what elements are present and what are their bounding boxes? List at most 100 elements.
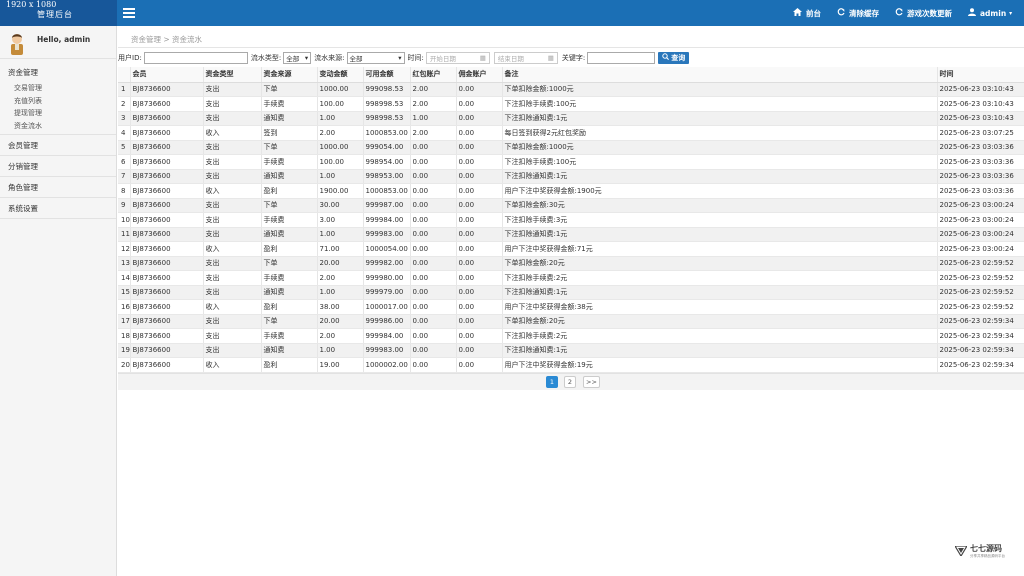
table-row[interactable]: 16 BJ8736600 收入 盈利 38.00 1000017.00 0.00 0.00 用户… (118, 299, 1024, 315)
table-cell: 手续费 (261, 328, 318, 344)
table-cell: BJ8736600 (130, 169, 204, 184)
table-cell: 2.00 (317, 328, 364, 344)
table-cell: BJ8736600 (130, 125, 204, 141)
table-row[interactable]: 18 BJ8736600 支出 手续费 2.00 999984.00 0.00 0.00 下注扣… (118, 328, 1024, 344)
table-cell: 0.00 (410, 256, 457, 271)
table-row[interactable]: 6 BJ8736600 支出 手续费 100.00 998954.00 0.00 0.00 下注… (118, 154, 1024, 170)
table-cell: 下单扣除金额:1000元 (502, 140, 938, 155)
table-cell: 0.00 (456, 241, 503, 257)
table-cell: 2025-06-23 02:59:34 (937, 343, 1024, 358)
table-cell: 0.00 (410, 154, 457, 170)
table-cell: BJ8736600 (130, 270, 204, 286)
table-cell: 盈利 (261, 299, 318, 315)
table-cell: 0.00 (456, 256, 503, 271)
user-id-input[interactable] (143, 51, 248, 64)
table-cell: 0.00 (456, 227, 503, 242)
sidebar: Hello, admin 资金管理 交易管理 充值列表 提现管理 资金流水 会员… (0, 26, 117, 576)
table-cell: BJ8736600 (130, 357, 204, 373)
sidebar-item-withdraw[interactable]: 提现管理 (0, 107, 116, 120)
table-cell: 下单扣除金额:30元 (502, 198, 938, 213)
table-cell: 盈利 (261, 357, 318, 373)
table-row[interactable]: 12 BJ8736600 收入 盈利 71.00 1000054.00 0.00 0.00 用户… (118, 241, 1024, 257)
table-cell: 3 (118, 111, 131, 126)
hamburger-icon[interactable] (123, 8, 135, 18)
sidebar-item-recharge[interactable]: 充值列表 (0, 95, 116, 108)
table-cell: 1.00 (317, 227, 364, 242)
user-icon (968, 8, 976, 18)
sidebar-group-roles[interactable]: 角色管理 (0, 177, 116, 198)
table-row[interactable]: 2 BJ8736600 支出 手续费 100.00 998998.53 2.00 0.00 下注… (118, 96, 1024, 112)
table-cell: 1000853.00 (363, 183, 411, 199)
column-header: 变动金额 (317, 67, 364, 83)
table-cell: 16 (118, 299, 131, 315)
next-page-button[interactable]: >> (583, 376, 600, 388)
column-header: 红包账户 (410, 67, 457, 83)
table-cell: 2.00 (317, 270, 364, 286)
table-cell: 17 (118, 314, 131, 329)
table-cell: 收入 (203, 357, 262, 373)
table-cell: 0.00 (456, 125, 503, 141)
table-cell: 4 (118, 125, 131, 141)
table-cell: 2025-06-23 03:03:36 (937, 140, 1024, 155)
home-link[interactable]: 前台 (793, 0, 821, 26)
table-row[interactable]: 7 BJ8736600 支出 通知费 1.00 998953.00 0.00 0.00 下注扣除… (118, 169, 1024, 184)
table-row[interactable]: 1 BJ8736600 支出 下单 1000.00 999098.53 2.00 0.00 下单… (118, 82, 1024, 97)
table-cell: 下注扣除手续费:2元 (502, 328, 938, 344)
chevron-down-icon: ▾ (304, 53, 309, 62)
table-cell: 999983.00 (363, 343, 411, 358)
table-cell: BJ8736600 (130, 183, 204, 199)
table-row[interactable]: 11 BJ8736600 支出 通知费 1.00 999983.00 0.00 0.00 下注扣… (118, 227, 1024, 242)
start-date-input[interactable]: 开始日期 ▦ (425, 51, 490, 64)
table-cell: 下单扣除金额:1000元 (502, 82, 938, 97)
sidebar-group-settings[interactable]: 系统设置 (0, 198, 116, 219)
table-row[interactable]: 8 BJ8736600 收入 盈利 1900.00 1000853.00 0.00 0.00 用… (118, 183, 1024, 199)
table-row[interactable]: 4 BJ8736600 收入 签到 2.00 1000853.00 2.00 0.00 每日签到… (118, 125, 1024, 141)
table-row[interactable]: 3 BJ8736600 支出 通知费 1.00 998998.53 1.00 0.00 下注扣除… (118, 111, 1024, 126)
top-bar: 1920 x 1080 管理后台 前台 清除缓存 游戏次数更新 admin ▾ (0, 0, 1024, 26)
table-cell: 0.00 (410, 343, 457, 358)
sidebar-group-funds[interactable]: 资金管理 (0, 64, 116, 82)
table-cell: 支出 (203, 314, 262, 329)
table-row[interactable]: 14 BJ8736600 支出 手续费 2.00 999980.00 0.00 0.00 下注扣… (118, 270, 1024, 286)
table-cell: 0.00 (456, 299, 503, 315)
brand[interactable]: 1920 x 1080 管理后台 (0, 0, 117, 26)
flow-type-select[interactable]: 全部 ▾ (283, 51, 312, 64)
column-header: 会员 (130, 67, 204, 83)
table-cell: 998998.53 (363, 96, 411, 112)
table-cell: BJ8736600 (130, 299, 204, 315)
search-button[interactable]: 查询 (658, 51, 690, 64)
column-header: 佣金账户 (456, 67, 503, 83)
table-cell: 2.00 (410, 96, 457, 112)
table-cell: 用户下注中奖获得金额:38元 (502, 299, 938, 315)
table-cell: 999982.00 (363, 256, 411, 271)
table-row[interactable]: 5 BJ8736600 支出 下单 1000.00 999054.00 0.00 0.00 下单… (118, 140, 1024, 155)
end-date-input[interactable]: 结束日期 ▦ (493, 51, 558, 64)
pagination: 1 2 >> (118, 373, 1024, 390)
table-row[interactable]: 20 BJ8736600 收入 盈利 19.00 1000002.00 0.00 0.00 用户… (118, 357, 1024, 373)
table-row[interactable]: 13 BJ8736600 支出 下单 20.00 999982.00 0.00 0.00 下单扣… (118, 256, 1024, 271)
user-menu[interactable]: admin ▾ (968, 0, 1012, 26)
sidebar-group-members[interactable]: 会员管理 (0, 135, 116, 156)
table-row[interactable]: 19 BJ8736600 支出 通知费 1.00 999983.00 0.00 0.00 下注扣… (118, 343, 1024, 358)
table-cell: 2025-06-23 02:59:34 (937, 357, 1024, 373)
table-row[interactable]: 15 BJ8736600 支出 通知费 1.00 999979.00 0.00 0.00 下注扣… (118, 285, 1024, 300)
funds-submenu: 交易管理 充值列表 提现管理 资金流水 (0, 82, 116, 135)
table-row[interactable]: 10 BJ8736600 支出 手续费 3.00 999984.00 0.00 0.00 下注扣… (118, 212, 1024, 228)
clear-cache-button[interactable]: 清除缓存 (837, 0, 879, 26)
page-button-2[interactable]: 2 (564, 376, 576, 388)
table-cell: 1000.00 (317, 140, 364, 155)
sidebar-group-distribution[interactable]: 分销管理 (0, 156, 116, 177)
table-cell: 2025-06-23 03:00:24 (937, 212, 1024, 228)
sidebar-item-fund-flow[interactable]: 资金流水 (0, 120, 116, 133)
sidebar-item-transactions[interactable]: 交易管理 (0, 82, 116, 95)
page-button-1[interactable]: 1 (546, 376, 558, 388)
table-row[interactable]: 9 BJ8736600 支出 下单 30.00 999987.00 0.00 0.00 下单扣除… (118, 198, 1024, 213)
table-row[interactable]: 17 BJ8736600 支出 下单 20.00 999986.00 0.00 0.00 下单扣… (118, 314, 1024, 329)
game-update-button[interactable]: 游戏次数更新 (895, 0, 952, 26)
table-cell: 0.00 (456, 343, 503, 358)
keyword-input[interactable] (587, 51, 656, 64)
table-cell: 19 (118, 343, 131, 358)
table-cell: 通知费 (261, 343, 318, 358)
flow-source-select[interactable]: 全部 ▾ (346, 51, 405, 64)
table-cell: 998953.00 (363, 169, 411, 184)
